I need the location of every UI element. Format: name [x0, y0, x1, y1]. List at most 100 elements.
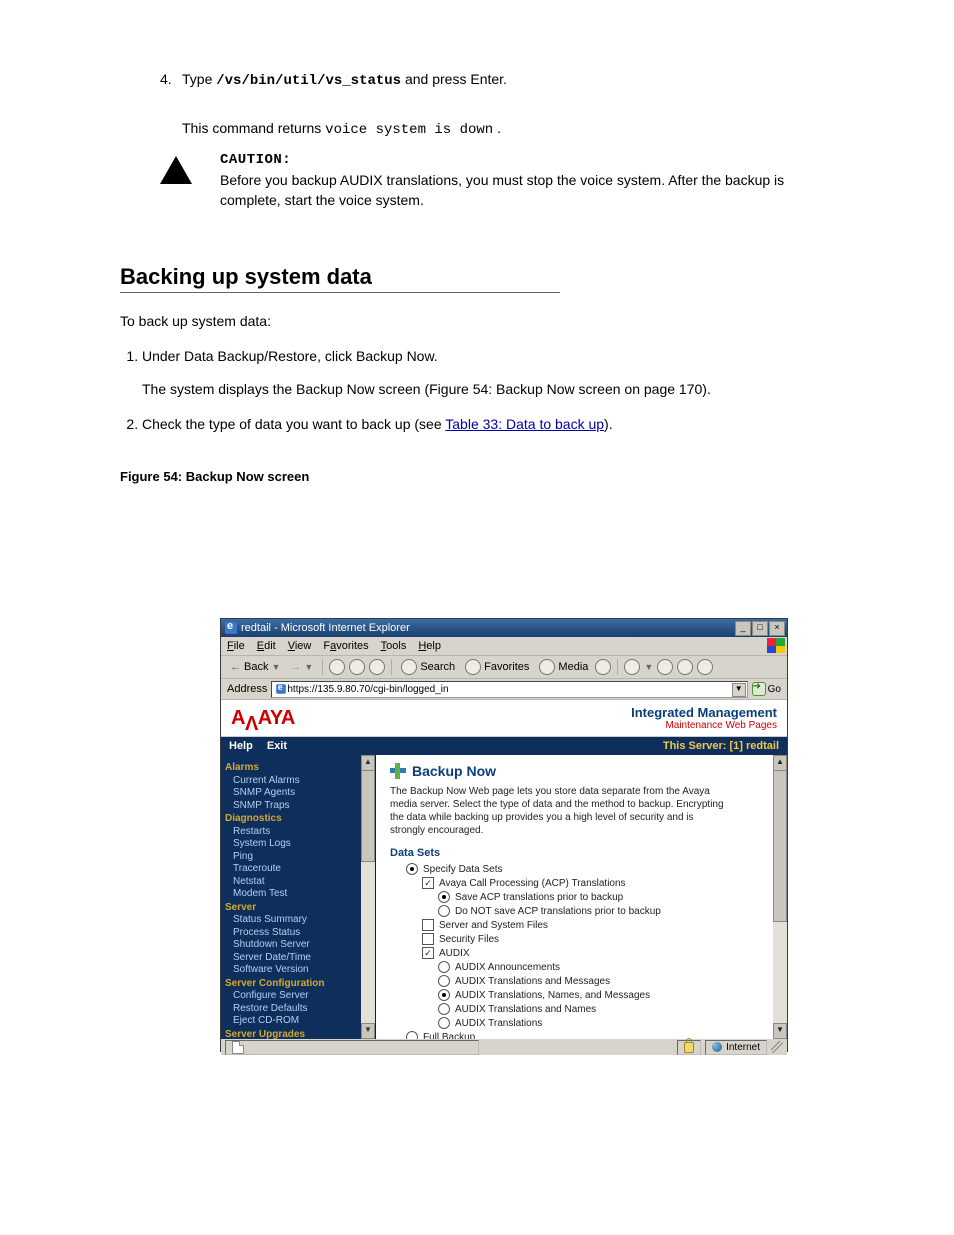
scroll-thumb[interactable] [773, 770, 787, 922]
caution-text: Before you backup AUDIX translations, yo… [220, 170, 840, 211]
print-icon[interactable] [657, 659, 673, 675]
header-title: Integrated Management [631, 705, 777, 720]
menu-tools[interactable]: Tools [381, 640, 407, 652]
browser-window: redtail - Microsoft Internet Explorer _ … [220, 618, 788, 1052]
sidebar-item[interactable]: Eject CD-ROM [225, 1015, 375, 1028]
radio-icon[interactable] [406, 1031, 418, 1039]
help-bar: Help Exit This Server: [1] redtail [221, 737, 787, 755]
favorites-button[interactable]: Favorites [462, 659, 532, 675]
radio-icon[interactable] [438, 891, 450, 903]
sidebar-item[interactable]: Configure Server [225, 990, 375, 1003]
checkbox-audix[interactable]: ✓ AUDIX [422, 947, 765, 959]
go-button[interactable]: Go [752, 682, 781, 696]
history-icon[interactable] [595, 659, 611, 675]
radio-icon[interactable] [438, 1003, 450, 1015]
checkbox-acp[interactable]: ✓ Avaya Call Processing (ACP) Translatio… [422, 877, 765, 889]
radio-audix-translations[interactable]: AUDIX Translations [438, 1017, 765, 1029]
sidebar-item[interactable]: Traceroute [225, 863, 375, 876]
address-dropdown-icon[interactable]: ▼ [732, 683, 746, 697]
back-button[interactable]: Back ▼ [227, 661, 283, 673]
discuss-icon[interactable] [697, 659, 713, 675]
sidebar-item[interactable]: Netstat [225, 876, 375, 889]
checkbox-security-files[interactable]: Security Files [422, 933, 765, 945]
scroll-up-icon[interactable]: ▲ [773, 755, 787, 771]
sidebar-item[interactable]: Restore Defaults [225, 1003, 375, 1016]
menu-help[interactable]: Help [418, 640, 441, 652]
sidebar-item[interactable]: SNMP Agents [225, 787, 375, 800]
step-2-link[interactable]: Table 33: Data to back up [445, 416, 604, 432]
scroll-up-icon[interactable]: ▲ [361, 755, 375, 771]
radio-specify-datasets[interactable]: Specify Data Sets [406, 863, 765, 875]
favorites-label: Favorites [484, 661, 529, 673]
maximize-button[interactable]: □ [752, 621, 768, 636]
search-button[interactable]: Search [398, 659, 458, 675]
forward-button[interactable]: ▼ [287, 661, 316, 673]
menu-file[interactable]: File [227, 640, 245, 652]
scroll-down-icon[interactable]: ▼ [361, 1023, 375, 1039]
page-header: AVAYA Integrated Management Maintenance … [221, 700, 787, 737]
radio-label: AUDIX Translations and Names [455, 1004, 596, 1015]
radio-label: Full Backup [423, 1032, 475, 1040]
sidebar-item[interactable]: Server Date/Time [225, 952, 375, 965]
sidebar-scrollbar[interactable]: ▲ ▼ [361, 755, 375, 1039]
close-button[interactable]: × [769, 621, 785, 636]
media-label: Media [558, 661, 588, 673]
radio-icon[interactable] [438, 961, 450, 973]
checkbox-server-system[interactable]: Server and System Files [422, 919, 765, 931]
checkbox-icon[interactable]: ✓ [422, 947, 434, 959]
checkbox-icon[interactable] [422, 919, 434, 931]
result-lead: This command returns [182, 120, 325, 136]
menu-edit[interactable]: Edit [257, 640, 276, 652]
scroll-down-icon[interactable]: ▼ [773, 1023, 787, 1039]
sidebar-item[interactable]: Ping [225, 851, 375, 864]
exit-link[interactable]: Exit [267, 740, 287, 752]
address-input[interactable]: https://135.9.80.70/cgi-bin/logged_in ▼ [271, 681, 747, 698]
refresh-icon[interactable] [349, 659, 365, 675]
toolbar-separator [322, 659, 323, 675]
sidebar-item[interactable]: Shutdown Server [225, 939, 375, 952]
checkbox-icon[interactable] [422, 933, 434, 945]
radio-label: Save ACP translations prior to backup [455, 892, 623, 903]
radio-icon[interactable] [406, 863, 418, 875]
menu-view[interactable]: View [288, 640, 312, 652]
radio-acp-save[interactable]: Save ACP translations prior to backup [438, 891, 765, 903]
step-4-tail: and press Enter. [405, 71, 507, 87]
radio-audix-trans-names[interactable]: AUDIX Translations and Names [438, 1003, 765, 1015]
radio-icon[interactable] [438, 989, 450, 1001]
radio-audix-trans-names-msg[interactable]: AUDIX Translations, Names, and Messages [438, 989, 765, 1001]
main-scrollbar[interactable]: ▲ ▼ [773, 755, 787, 1039]
sidebar-item[interactable]: Software Version [225, 964, 375, 977]
radio-full-backup[interactable]: Full Backup [406, 1031, 765, 1039]
lock-icon [684, 1042, 694, 1053]
minimize-button[interactable]: _ [735, 621, 751, 636]
edit-icon[interactable] [677, 659, 693, 675]
sidebar-item[interactable]: SNMP Traps [225, 800, 375, 813]
checkbox-icon[interactable]: ✓ [422, 877, 434, 889]
sidebar-item[interactable]: System Logs [225, 838, 375, 851]
radio-audix-trans-msg[interactable]: AUDIX Translations and Messages [438, 975, 765, 987]
media-button[interactable]: Media [536, 659, 591, 675]
window-titlebar[interactable]: redtail - Microsoft Internet Explorer _ … [221, 619, 787, 637]
resize-grip-icon[interactable] [771, 1041, 783, 1053]
radio-icon[interactable] [438, 975, 450, 987]
stop-icon[interactable] [329, 659, 345, 675]
home-icon[interactable] [369, 659, 385, 675]
scroll-thumb[interactable] [361, 770, 375, 862]
sidebar-item[interactable]: Modem Test [225, 888, 375, 901]
sidebar-item[interactable]: Process Status [225, 927, 375, 940]
command-result: This command returns voice system is dow… [182, 120, 840, 138]
radio-acp-nosave[interactable]: Do NOT save ACP translations prior to ba… [438, 905, 765, 917]
help-link[interactable]: Help [229, 740, 253, 752]
radio-label: Specify Data Sets [423, 864, 502, 875]
step-2-lead: Check the type of data you want to back … [142, 416, 445, 432]
sidebar-group: Server Upgrades [225, 1029, 375, 1040]
sidebar-item[interactable]: Status Summary [225, 914, 375, 927]
menu-favorites[interactable]: Favorites [323, 640, 368, 652]
radio-icon[interactable] [438, 1017, 450, 1029]
sidebar-item[interactable]: Current Alarms [225, 775, 375, 788]
sidebar-item[interactable]: Restarts [225, 826, 375, 839]
radio-icon[interactable] [438, 905, 450, 917]
mail-icon[interactable] [624, 659, 640, 675]
radio-audix-announcements[interactable]: AUDIX Announcements [438, 961, 765, 973]
step-2: Check the type of data you want to back … [142, 414, 780, 435]
